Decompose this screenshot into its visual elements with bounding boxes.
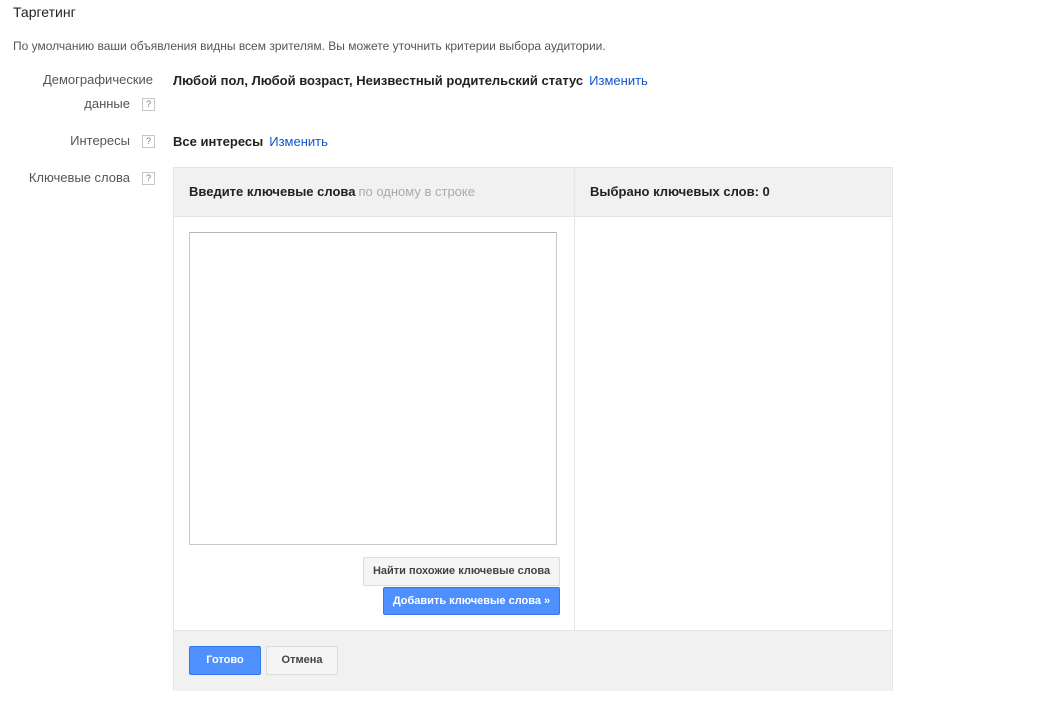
section-title: Таргетинг — [13, 4, 76, 20]
keywords-panel-header: Введите ключевые слова по одному в строке… — [174, 168, 892, 217]
keywords-panel-footer: Готово Отмена — [174, 630, 892, 691]
keywords-input-header: Введите ключевые слова по одному в строке — [189, 184, 475, 199]
keywords-panel: Введите ключевые слова по одному в строке… — [173, 167, 893, 691]
demographics-label-line1: Демографические — [42, 72, 153, 87]
interests-value-text: Все интересы — [173, 134, 264, 149]
section-subtitle: По умолчанию ваши объявления видны всем … — [13, 39, 606, 53]
keywords-label: Ключевые слова — [28, 170, 130, 185]
demographics-change-link[interactable]: Изменить — [589, 73, 648, 88]
demographics-value: Любой пол, Любой возраст, Неизвестный ро… — [173, 73, 648, 88]
done-button[interactable]: Готово — [189, 646, 261, 675]
interests-change-link[interactable]: Изменить — [269, 134, 328, 149]
find-similar-keywords-button[interactable]: Найти похожие ключевые слова — [363, 557, 560, 586]
add-keywords-button[interactable]: Добавить ключевые слова » — [383, 587, 560, 615]
interests-label: Интересы — [70, 133, 130, 148]
keywords-input-title: Введите ключевые слова — [189, 184, 356, 199]
keywords-textarea[interactable] — [189, 232, 557, 545]
keywords-selected-count: Выбрано ключевых слов: 0 — [590, 184, 770, 199]
interests-help-icon[interactable]: ? — [142, 135, 155, 148]
keywords-input-hint: по одному в строке — [358, 184, 475, 199]
keywords-panel-divider — [574, 168, 575, 630]
interests-value: Все интересы Изменить — [173, 134, 328, 149]
demographics-value-text: Любой пол, Любой возраст, Неизвестный ро… — [173, 73, 584, 88]
keywords-help-icon[interactable]: ? — [142, 172, 155, 185]
demographics-label-line2: данные — [84, 96, 130, 111]
demographics-help-icon[interactable]: ? — [142, 98, 155, 111]
cancel-button[interactable]: Отмена — [266, 646, 338, 675]
